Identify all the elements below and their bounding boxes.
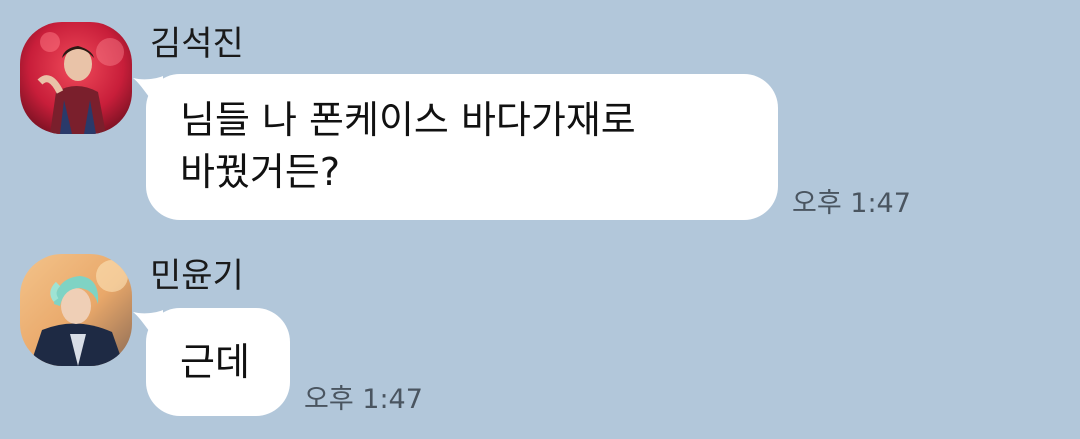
avatar[interactable]	[20, 254, 132, 366]
message-text: 근데	[180, 340, 250, 384]
message-group: 민윤기 근데 오후 1:47	[0, 0, 1080, 439]
message-bubble[interactable]: 근데	[146, 308, 290, 416]
sender-name: 민윤기	[150, 256, 244, 296]
timestamp: 오후 1:47	[304, 384, 423, 415]
avatar-photo	[20, 254, 132, 366]
